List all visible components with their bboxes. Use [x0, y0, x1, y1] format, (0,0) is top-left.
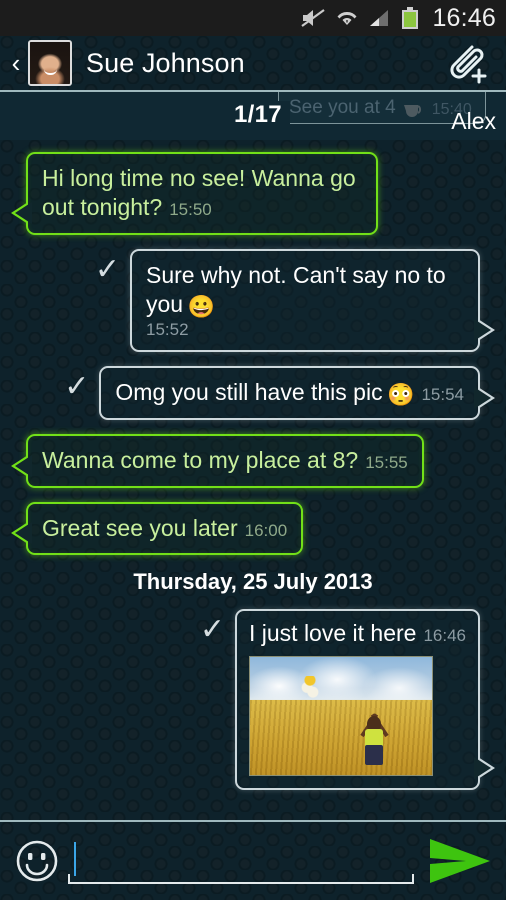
input-underline	[68, 874, 414, 884]
sender-label: Alex	[451, 108, 496, 135]
avatar[interactable]	[28, 40, 72, 86]
message-time: 15:54	[421, 385, 464, 404]
message-bubble-photo[interactable]: I just love it here 16:46	[235, 609, 480, 789]
status-bar-clock: 16:46	[432, 4, 496, 33]
page-title: Sue Johnson	[86, 48, 245, 79]
avatar-photo	[30, 42, 70, 84]
battery-icon	[401, 6, 419, 30]
sound-muted-icon	[300, 7, 326, 29]
message-composer	[0, 820, 506, 900]
message-time: 16:00	[245, 521, 288, 540]
message-row[interactable]: ✓ Omg you still have this pic 😳 15:54	[0, 366, 506, 420]
read-check-icon: ✓	[64, 372, 89, 402]
message-row[interactable]: Wanna come to my place at 8? 15:55	[0, 434, 506, 487]
coffee-cup-icon	[402, 101, 426, 119]
message-input-wrapper[interactable]	[68, 836, 414, 886]
wifi-icon	[335, 7, 359, 29]
message-text: Wanna come to my place at 8?	[42, 447, 358, 473]
message-time: 15:55	[365, 453, 408, 472]
message-bubble-outgoing[interactable]: Hi long time no see! Wanna go out tonigh…	[26, 152, 378, 235]
message-bubble-outgoing[interactable]: Great see you later 16:00	[26, 502, 303, 555]
smiley-face-icon[interactable]	[12, 836, 62, 886]
send-arrow-icon[interactable]	[420, 831, 500, 891]
message-bubble-outgoing[interactable]: Wanna come to my place at 8? 15:55	[26, 434, 424, 487]
message-time: 15:52	[146, 320, 464, 340]
photo-clouds	[250, 657, 432, 704]
photo-person	[352, 702, 396, 768]
scroll-position-bar: See you at 4 15:40 1/17 Alex	[0, 92, 506, 140]
flushed-face-emoji: 😳	[387, 382, 414, 407]
cellular-signal-icon	[368, 7, 392, 29]
message-text: Great see you later	[42, 515, 238, 541]
message-bubble-incoming[interactable]: Omg you still have this pic 😳 15:54	[99, 366, 480, 420]
message-bubble-incoming[interactable]: Sure why not. Can't say no to you 😀 15:5…	[130, 249, 480, 352]
page-counter: 1/17	[228, 101, 290, 129]
message-thread[interactable]: Hi long time no see! Wanna go out tonigh…	[0, 140, 506, 820]
grinning-face-emoji: 😀	[188, 294, 215, 319]
previous-message-text: See you at 4	[289, 97, 396, 119]
photo-sunflowers	[301, 676, 319, 702]
photo-wheat-field	[250, 700, 432, 774]
message-input[interactable]	[68, 840, 414, 878]
message-time: 15:50	[169, 200, 212, 219]
message-text: Omg you still have this pic	[115, 379, 382, 405]
message-time: 16:46	[423, 626, 466, 646]
message-row[interactable]: Great see you later 16:00	[0, 502, 506, 555]
photo-woman-in-wheat-field[interactable]	[249, 656, 433, 776]
message-text: I just love it here	[249, 619, 416, 648]
read-check-icon: ✓	[200, 615, 225, 645]
paperclip-plus-icon[interactable]	[438, 40, 494, 86]
status-bar: 16:46	[0, 0, 506, 36]
message-row-photo[interactable]: ✓ I just love it here 16:46	[0, 609, 506, 789]
read-check-icon: ✓	[95, 255, 120, 285]
date-separator: Thursday, 25 July 2013	[0, 569, 506, 595]
back-button[interactable]: ‹	[0, 50, 26, 76]
message-row[interactable]: ✓ Sure why not. Can't say no to you 😀 15…	[0, 249, 506, 352]
conversation-header: ‹ Sue Johnson	[0, 36, 506, 92]
message-row[interactable]: Hi long time no see! Wanna go out tonigh…	[0, 152, 506, 235]
